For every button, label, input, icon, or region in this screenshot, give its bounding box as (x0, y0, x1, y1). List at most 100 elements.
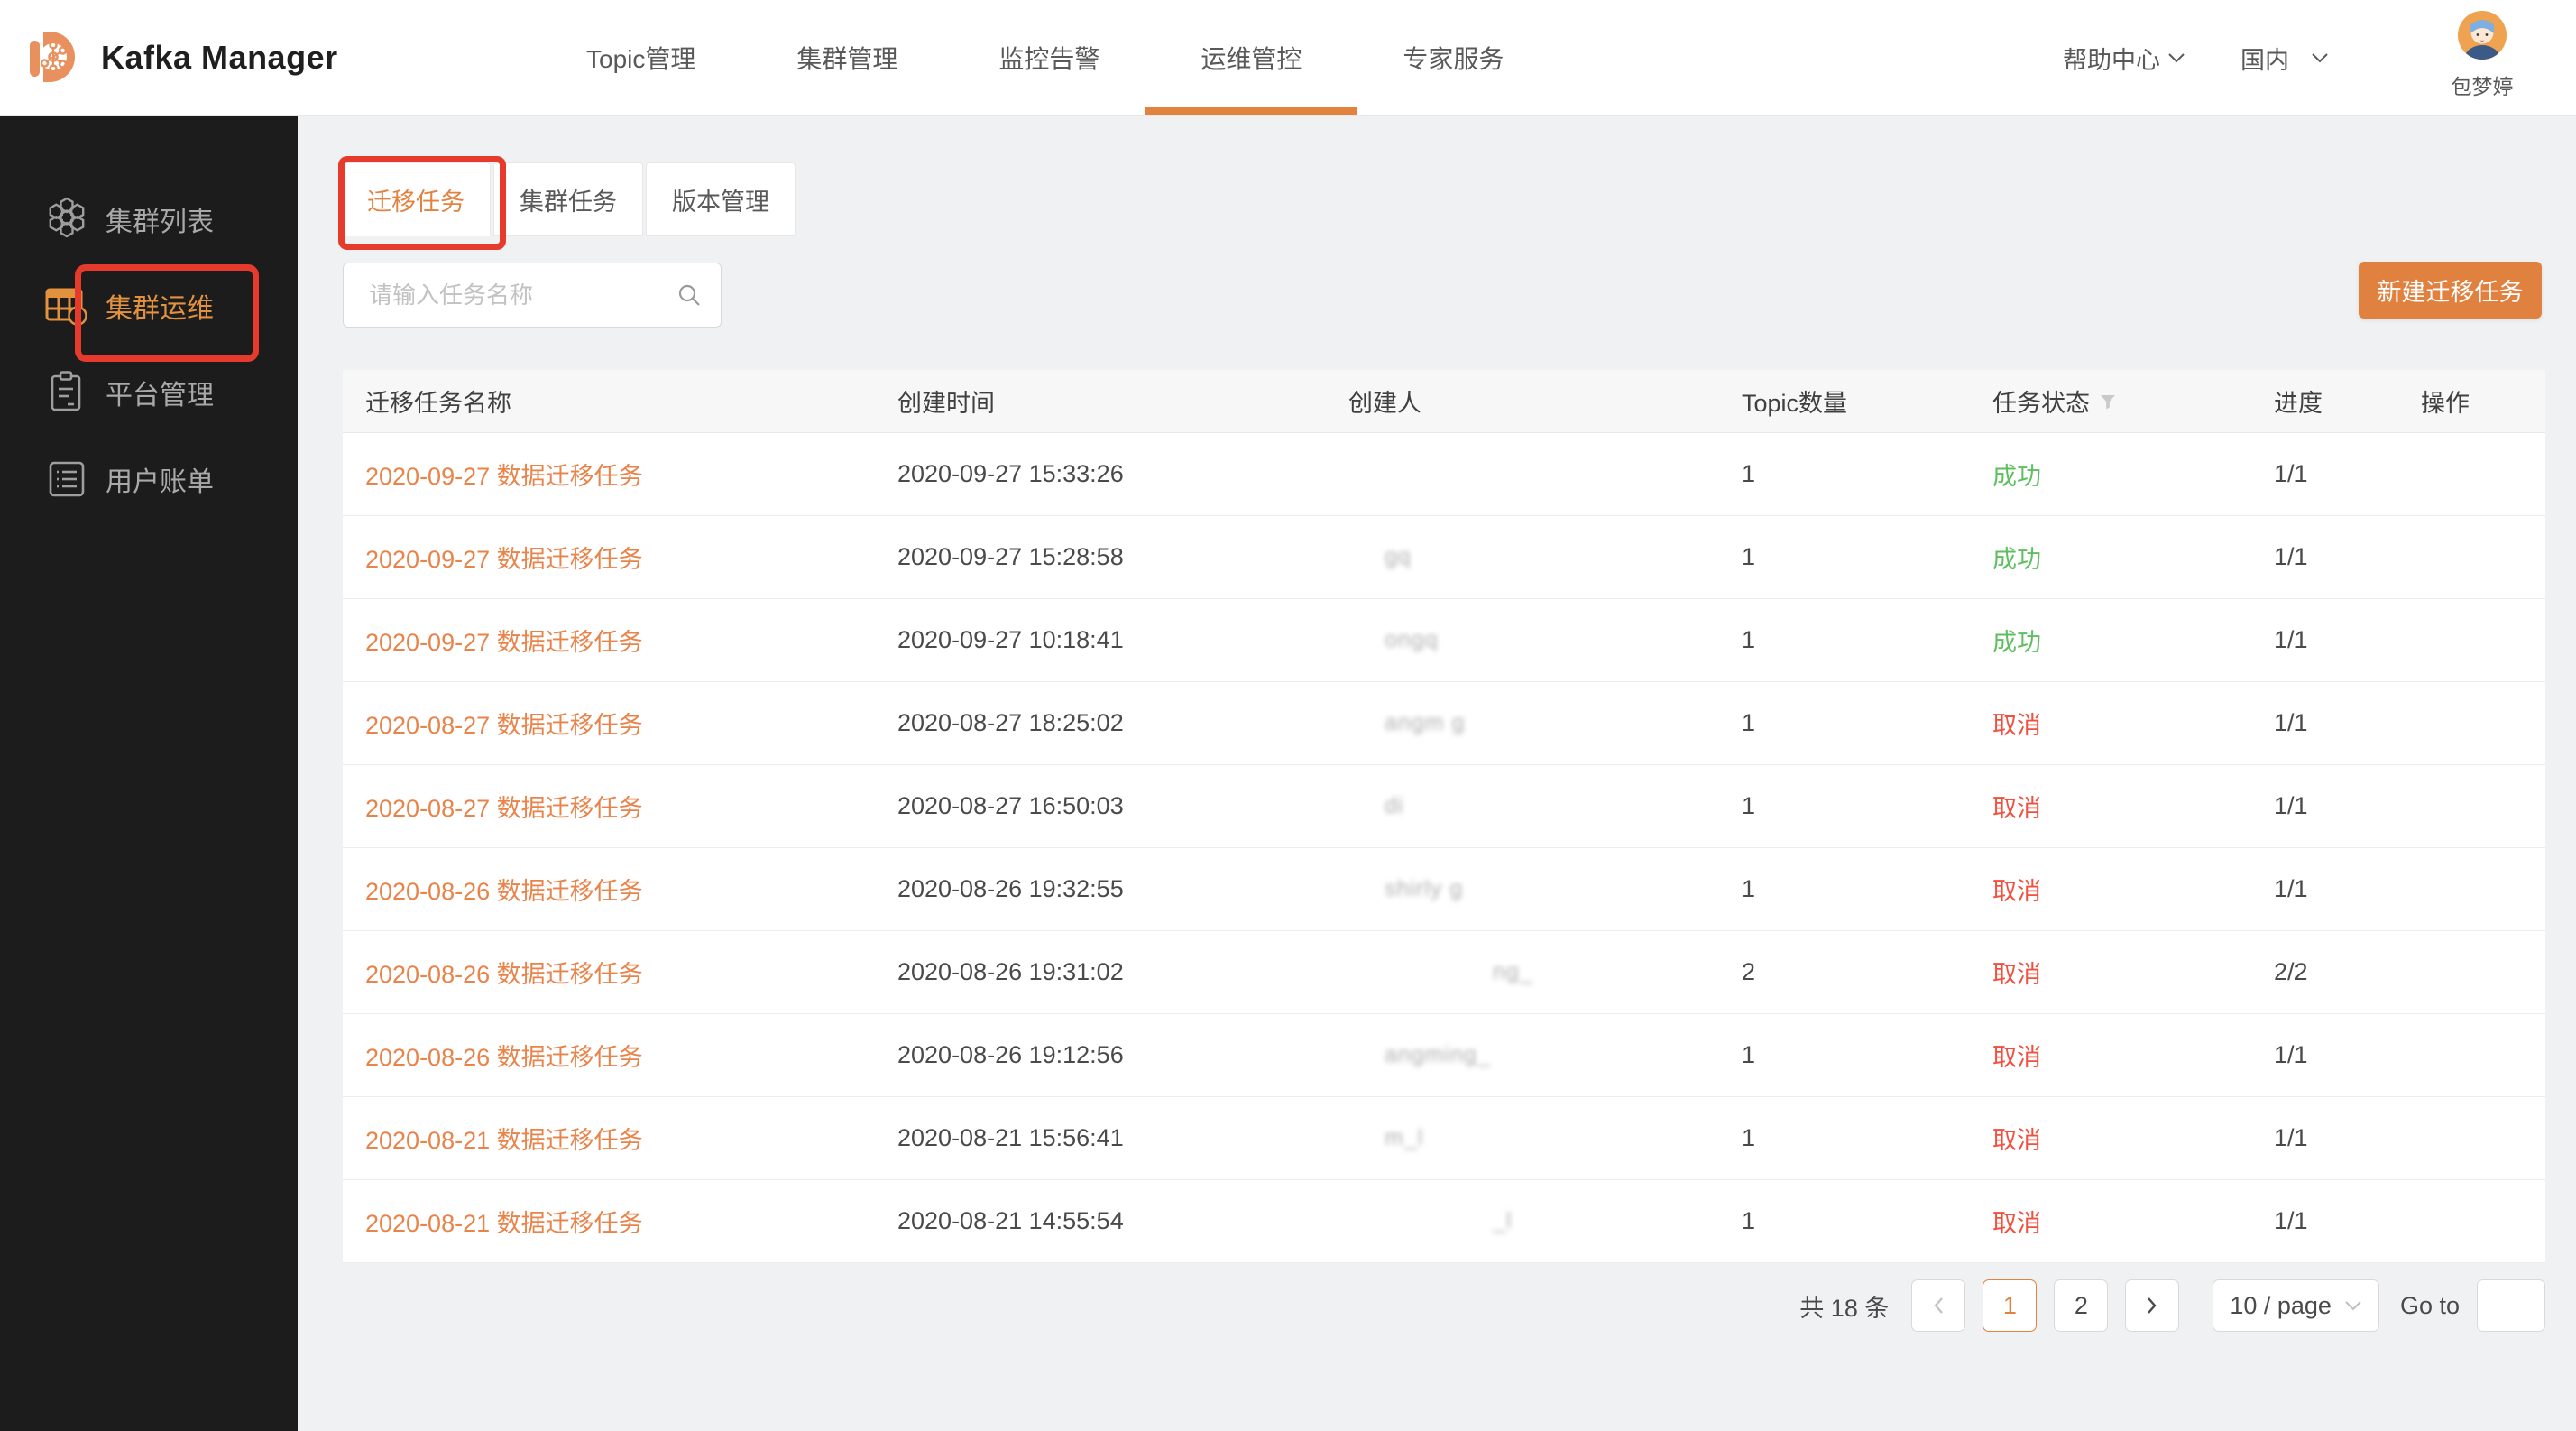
column-header-creator: 创建人 (1348, 383, 1742, 419)
migration-task-link[interactable]: 2020-09-27 数据迁移任务 (365, 463, 643, 490)
app-title: Kafka Manager (101, 39, 338, 77)
avatar[interactable] (2458, 11, 2507, 64)
hexagon-cluster-icon (41, 193, 93, 245)
sidebar-item-cluster-list[interactable]: 集群列表 (0, 176, 298, 263)
topic-count: 1 (1742, 543, 1992, 571)
creator-blurred: ongq (1348, 627, 1742, 653)
table-row: 2020-09-27 数据迁移任务 2020-09-27 15:33:26 1 … (343, 433, 2545, 516)
tab-migration-tasks[interactable]: 迁移任务 (341, 162, 491, 236)
chevron-right-icon (2146, 1296, 2158, 1316)
sidebar: 集群列表 $ 集群运维 平台管理 (0, 115, 298, 1431)
task-status: 成功 (1992, 457, 2274, 492)
page-button-2[interactable]: 2 (2054, 1279, 2108, 1332)
total-count: 共 18 条 (1799, 1288, 1889, 1324)
region-dropdown[interactable]: 国内 (2240, 0, 2329, 115)
top-nav: Topic管理 集群管理 监控告警 运维管控 专家服务 (586, 0, 1504, 115)
table-row: 2020-08-26 数据迁移任务 2020-08-26 19:31:02 ng… (343, 931, 2545, 1014)
migration-task-link[interactable]: 2020-08-26 数据迁移任务 (365, 1044, 643, 1071)
topic-count: 1 (1742, 1041, 1992, 1069)
chevron-left-icon (1932, 1296, 1945, 1316)
created-time: 2020-08-27 18:25:02 (897, 709, 1348, 737)
search-box (343, 263, 722, 328)
new-migration-task-button[interactable]: 新建迁移任务 (2359, 262, 2542, 319)
prev-page-button[interactable] (1911, 1279, 1965, 1332)
progress: 1/1 (2274, 1124, 2421, 1152)
user-profile[interactable]: 包梦婷 (2435, 11, 2529, 100)
progress: 1/1 (2274, 626, 2421, 654)
page-button-1[interactable]: 1 (1983, 1279, 2037, 1332)
task-status: 取消 (1992, 955, 2274, 990)
top-bar: Kafka Manager Topic管理 集群管理 监控告警 运维管控 专家服… (0, 0, 2576, 116)
sidebar-item-platform[interactable]: 平台管理 (0, 349, 298, 436)
task-status: 取消 (1992, 1204, 2274, 1239)
topic-count: 1 (1742, 626, 1992, 654)
table-row: 2020-08-27 数据迁移任务 2020-08-27 18:25:02 an… (343, 682, 2545, 765)
page-size-value: 10 / page (2230, 1292, 2332, 1320)
filter-funnel-icon[interactable] (2099, 392, 2117, 411)
bill-list-icon (41, 453, 93, 505)
progress: 1/1 (2274, 1041, 2421, 1069)
sidebar-item-user-bill[interactable]: 用户账单 (0, 436, 298, 522)
migration-task-link[interactable]: 2020-08-26 数据迁移任务 (365, 961, 643, 988)
page-size-select[interactable]: 10 / page (2213, 1279, 2379, 1332)
table-row: 2020-08-21 数据迁移任务 2020-08-21 14:55:54 _l… (343, 1180, 2545, 1263)
help-center-dropdown[interactable]: 帮助中心 (2063, 0, 2185, 115)
tab-bar: 迁移任务 集群任务 版本管理 (341, 162, 796, 236)
region-label: 国内 (2240, 41, 2289, 76)
clipboard-icon (41, 366, 93, 419)
table-row: 2020-08-21 数据迁移任务 2020-08-21 15:56:41 m_… (343, 1097, 2545, 1180)
topic-count: 1 (1742, 875, 1992, 903)
nav-item-expert[interactable]: 专家服务 (1403, 0, 1504, 115)
chevron-down-icon (2344, 1300, 2362, 1311)
nav-item-monitor[interactable]: 监控告警 (998, 0, 1099, 115)
help-center-label: 帮助中心 (2063, 41, 2160, 76)
progress: 1/1 (2274, 875, 2421, 903)
migration-task-link[interactable]: 2020-09-27 数据迁移任务 (365, 546, 643, 573)
column-header-created-time: 创建时间 (897, 383, 1348, 419)
migration-task-link[interactable]: 2020-08-27 数据迁移任务 (365, 712, 643, 739)
table-header-row: 迁移任务名称 创建时间 创建人 Topic数量 任务状态 进度 操作 (343, 370, 2545, 433)
task-status: 取消 (1992, 1038, 2274, 1073)
progress: 1/1 (2274, 1207, 2421, 1235)
topic-count: 1 (1742, 709, 1992, 737)
task-status: 取消 (1992, 1121, 2274, 1156)
migration-task-link[interactable]: 2020-08-21 数据迁移任务 (365, 1127, 643, 1154)
migration-task-link[interactable]: 2020-08-21 数据迁移任务 (365, 1210, 643, 1237)
migration-task-link[interactable]: 2020-08-26 数据迁移任务 (365, 878, 643, 905)
goto-page-input[interactable] (2477, 1279, 2545, 1332)
created-time: 2020-08-26 19:31:02 (897, 958, 1348, 986)
progress: 2/2 (2274, 958, 2421, 986)
nav-item-ops[interactable]: 运维管控 (1201, 0, 1302, 115)
column-header-action: 操作 (2421, 383, 2545, 419)
next-page-button[interactable] (2125, 1279, 2179, 1332)
tab-cluster-tasks[interactable]: 集群任务 (493, 162, 643, 236)
created-time: 2020-09-27 15:33:26 (897, 460, 1348, 488)
nav-item-cluster[interactable]: 集群管理 (796, 0, 897, 115)
sidebar-item-cluster-ops[interactable]: $ 集群运维 (0, 263, 298, 349)
creator-blurred: angming_ (1348, 1042, 1742, 1068)
migration-task-link[interactable]: 2020-08-27 数据迁移任务 (365, 795, 643, 822)
progress: 1/1 (2274, 543, 2421, 571)
migration-task-link[interactable]: 2020-09-27 数据迁移任务 (365, 629, 643, 656)
tab-version-management[interactable]: 版本管理 (646, 162, 796, 236)
goto-label: Go to (2400, 1292, 2460, 1320)
creator-blurred: ng_ (1348, 959, 1742, 985)
search-icon (677, 283, 701, 307)
column-header-progress: 进度 (2274, 383, 2421, 419)
table-row: 2020-08-26 数据迁移任务 2020-08-26 19:32:55 sh… (343, 848, 2545, 931)
brand: Kafka Manager (25, 0, 338, 115)
nav-item-topic[interactable]: Topic管理 (586, 0, 695, 115)
sidebar-item-label: 平台管理 (106, 373, 214, 412)
pagination: 共 18 条 1 2 10 / page Go to (343, 1278, 2545, 1334)
svg-text:$: $ (74, 309, 81, 323)
created-time: 2020-08-26 19:32:55 (897, 875, 1348, 903)
table-row: 2020-09-27 数据迁移任务 2020-09-27 15:28:58 gq… (343, 516, 2545, 599)
creator-blurred: di (1348, 793, 1742, 819)
creator-blurred: m_l (1348, 1125, 1742, 1151)
page: { "header": { "title": "Kafka Manager", … (0, 0, 2576, 1431)
search-input[interactable] (367, 281, 677, 310)
task-status: 取消 (1992, 789, 2274, 824)
progress: 1/1 (2274, 460, 2421, 488)
table-row: 2020-09-27 数据迁移任务 2020-09-27 10:18:41 on… (343, 599, 2545, 682)
task-status: 成功 (1992, 623, 2274, 658)
